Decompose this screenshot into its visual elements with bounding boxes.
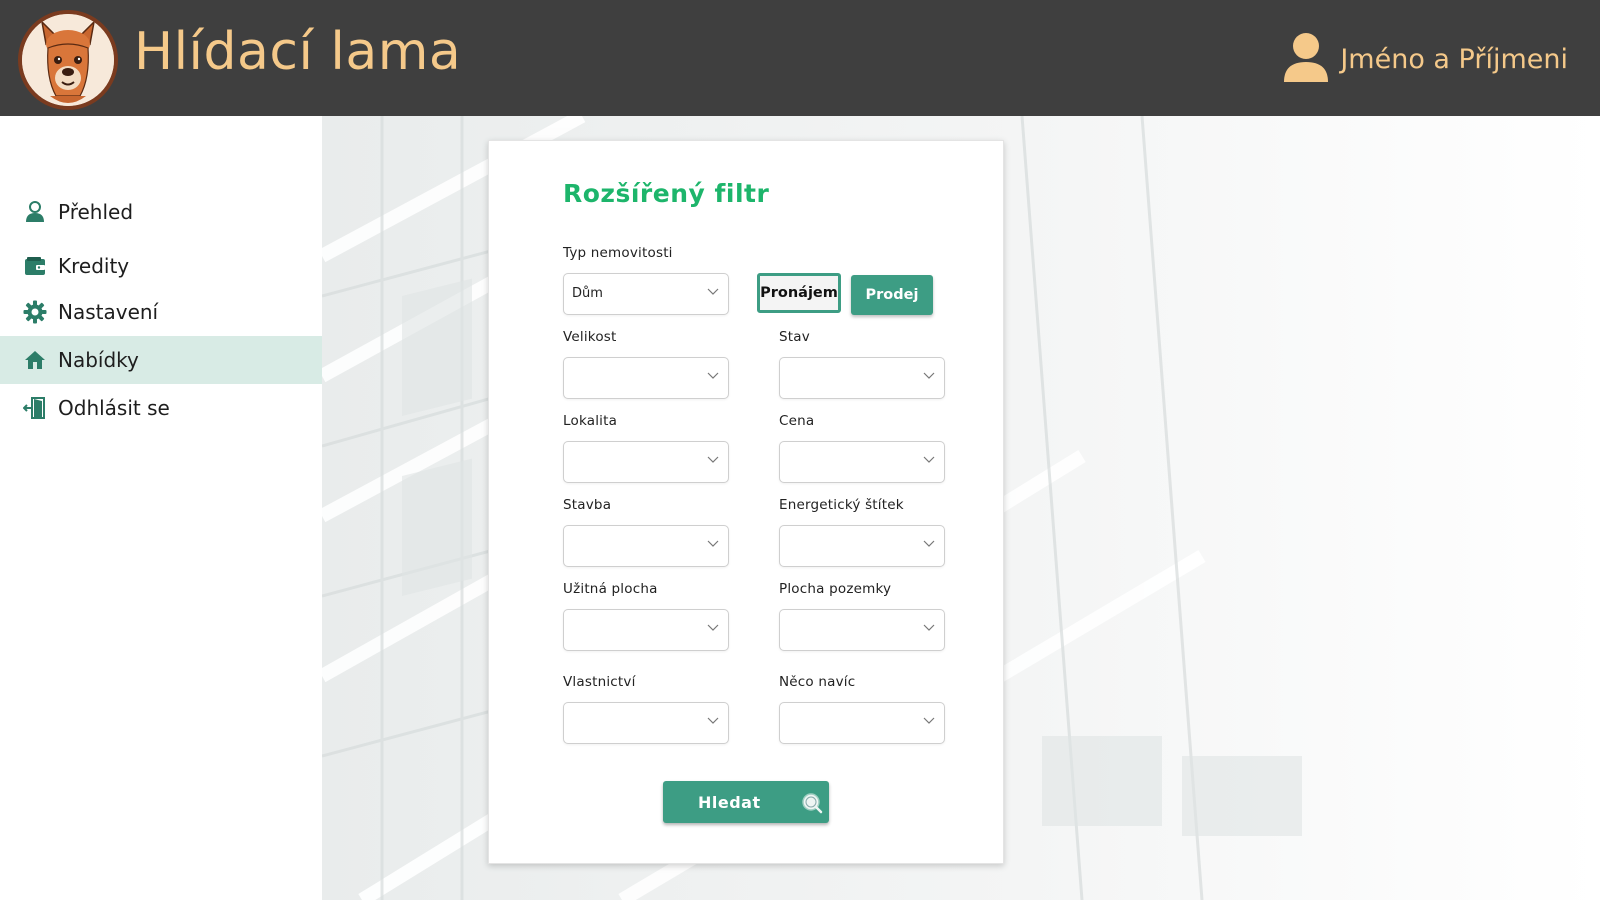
velikost-select[interactable] xyxy=(563,357,729,399)
sidebar-item-label: Nastavení xyxy=(58,300,159,324)
sidebar-item-label: Kredity xyxy=(58,254,130,278)
chevron-down-icon xyxy=(923,456,935,463)
person-icon xyxy=(22,199,48,225)
neco-navic-select[interactable] xyxy=(779,702,945,744)
user-avatar-icon xyxy=(1282,32,1330,86)
energy-label-select[interactable] xyxy=(779,525,945,567)
sidebar-item-kredity[interactable]: Kredity xyxy=(0,242,322,290)
property-type-value: Dům xyxy=(572,286,603,301)
sidebar-item-label: Odhlásit se xyxy=(58,396,170,420)
lokalita-select[interactable] xyxy=(563,441,729,483)
stavba-select[interactable] xyxy=(563,525,729,567)
user-menu[interactable]: Jméno a Příjmeni xyxy=(1282,32,1568,86)
chevron-down-icon xyxy=(923,540,935,547)
cena-label: Cena xyxy=(779,413,815,429)
chevron-down-icon xyxy=(707,717,719,724)
chevron-down-icon xyxy=(707,372,719,379)
home-icon xyxy=(22,347,48,373)
logout-icon xyxy=(22,395,48,421)
chevron-down-icon xyxy=(707,288,719,295)
filter-title: Rozšířený filtr xyxy=(563,179,770,208)
energy-label-label: Energetický štítek xyxy=(779,497,904,513)
vlastnictvi-label: Vlastnictví xyxy=(563,674,636,690)
chevron-down-icon xyxy=(923,624,935,631)
stavba-label: Stavba xyxy=(563,497,612,513)
sidebar-item-odhlasit[interactable]: Odhlásit se xyxy=(0,384,322,432)
neco-navic-label: Něco navíc xyxy=(779,674,856,690)
gear-icon xyxy=(22,299,48,325)
plocha-pozemky-label: Plocha pozemky xyxy=(779,581,892,597)
cena-select[interactable] xyxy=(779,441,945,483)
chevron-down-icon xyxy=(923,372,935,379)
llama-logo[interactable] xyxy=(18,10,118,110)
chevron-down-icon xyxy=(707,456,719,463)
chevron-down-icon xyxy=(707,540,719,547)
user-name: Jméno a Příjmeni xyxy=(1340,43,1568,75)
rent-toggle-button[interactable]: Pronájem xyxy=(757,273,841,313)
app-title: Hlídací lama xyxy=(134,22,462,82)
sidebar-item-nabidky[interactable]: Nabídky xyxy=(0,336,322,384)
sidebar-item-nastaveni[interactable]: Nastavení xyxy=(0,288,322,336)
stav-select[interactable] xyxy=(779,357,945,399)
sale-toggle-button[interactable]: Prodej xyxy=(851,275,933,315)
uzitna-plocha-select[interactable] xyxy=(563,609,729,651)
search-button-label: Hledat xyxy=(698,793,761,812)
wallet-icon xyxy=(22,253,48,279)
velikost-label: Velikost xyxy=(563,329,617,345)
stav-label: Stav xyxy=(779,329,810,345)
sidebar-item-label: Přehled xyxy=(58,200,134,224)
chevron-down-icon xyxy=(923,717,935,724)
top-bar: Hlídací lama Jméno a Příjmeni xyxy=(0,0,1600,116)
chevron-down-icon xyxy=(707,624,719,631)
search-button[interactable]: Hledat xyxy=(663,781,829,823)
plocha-pozemky-select[interactable] xyxy=(779,609,945,651)
sidebar-item-prehled[interactable]: Přehled xyxy=(0,188,322,236)
sidebar: Přehled Kredity Nastavení Nabídky Odhlás… xyxy=(0,116,322,900)
property-type-select[interactable]: Dům xyxy=(563,273,729,315)
search-icon xyxy=(802,793,823,814)
sidebar-item-label: Nabídky xyxy=(58,348,139,372)
vlastnictvi-select[interactable] xyxy=(563,702,729,744)
lokalita-label: Lokalita xyxy=(563,413,618,429)
uzitna-plocha-label: Užitná plocha xyxy=(563,581,658,597)
advanced-filter-card: Rozšířený filtr Typ nemovitosti Dům Pron… xyxy=(488,140,1004,864)
property-type-label: Typ nemovitosti xyxy=(563,245,673,261)
